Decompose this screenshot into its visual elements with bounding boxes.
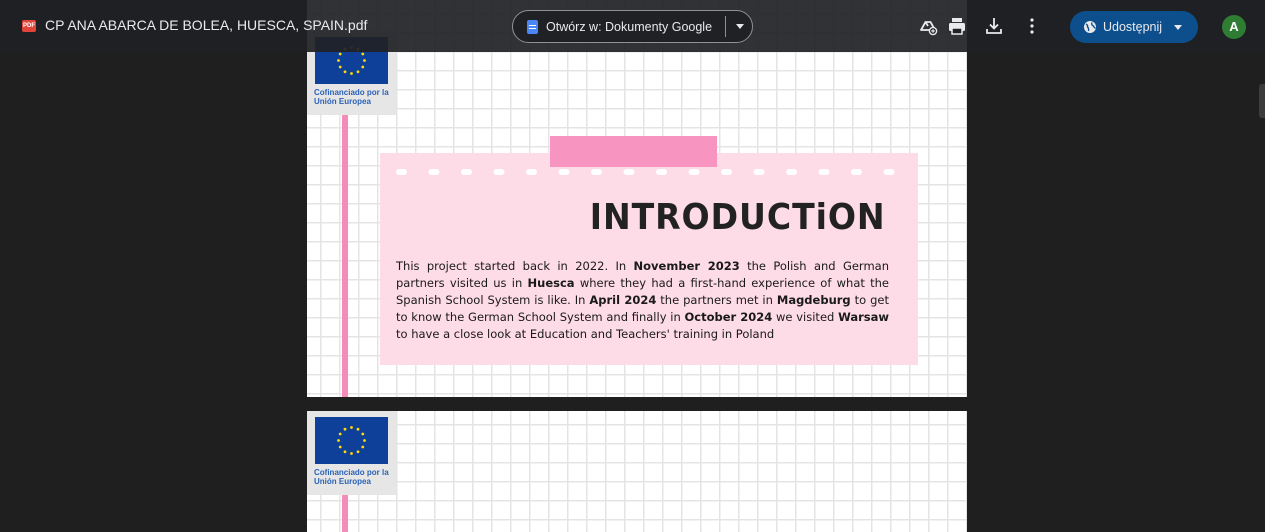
pink-vertical-line (342, 115, 348, 397)
introduction-highlight: November 2023 (633, 259, 740, 273)
introduction-text-run: we visited (772, 310, 839, 324)
pink-tape-decoration (550, 136, 717, 167)
avatar[interactable]: A (1222, 15, 1246, 39)
open-with-group: Otwórz w: Dokumenty Google (512, 10, 753, 43)
eu-cofinancing-text: Cofinanciado por la Unión Europea (314, 468, 389, 486)
docs-icon (527, 19, 538, 34)
chevron-down-icon[interactable] (1174, 25, 1182, 30)
introduction-highlight: October 2024 (684, 310, 773, 324)
print-icon[interactable] (946, 15, 968, 37)
share-button[interactable]: Udostępnij (1070, 11, 1198, 43)
introduction-highlight: April 2024 (589, 293, 657, 307)
more-icon[interactable] (1021, 15, 1043, 37)
eu-flag-icon (315, 417, 388, 464)
pdf-page-1: Cofinanciado por la Unión Europea INTROD… (307, 0, 967, 397)
pdf-icon: PDF (22, 20, 36, 32)
eu-cofinancing-text: Cofinanciado por la Unión Europea (314, 88, 389, 106)
eu-cofinancing-logo: Cofinanciado por la Unión Europea (307, 411, 396, 495)
introduction-highlight: Huesca (527, 276, 575, 290)
pink-vertical-line (342, 495, 348, 532)
introduction-text-run: This project started back in 2022. In (396, 259, 634, 273)
dotted-decoration (396, 169, 895, 175)
divider (725, 16, 726, 37)
introduction-card: INTRODUCTiON This project started back i… (380, 153, 918, 365)
introduction-text-run: to have a close look at Education and Te… (396, 327, 775, 341)
introduction-text-run: the partners met in (656, 293, 777, 307)
introduction-title: INTRODUCTiON (590, 197, 886, 238)
open-with-label: Otwórz w: Dokumenty Google (546, 19, 713, 34)
introduction-highlight: Magdeburg (776, 293, 851, 307)
scrollbar-thumb[interactable] (1259, 84, 1265, 118)
introduction-text: This project started back in 2022. In No… (396, 258, 889, 343)
pdf-viewer-toolbar: PDF CP ANA ABARCA DE BOLEA, HUESCA, SPAI… (0, 0, 1265, 52)
globe-icon (1084, 21, 1096, 33)
open-with-dropdown-button[interactable] (727, 11, 752, 42)
introduction-highlight: Warsaw (838, 310, 889, 324)
add-to-drive-icon[interactable] (917, 15, 939, 37)
open-with-docs-button[interactable]: Otwórz w: Dokumenty Google (513, 11, 723, 42)
pdf-page-2: Cofinanciado por la Unión Europea (307, 411, 967, 532)
share-label: Udostępnij (1103, 20, 1163, 34)
file-title: CP ANA ABARCA DE BOLEA, HUESCA, SPAIN.pd… (45, 17, 368, 33)
download-icon[interactable] (983, 15, 1005, 37)
chevron-down-icon (735, 24, 744, 29)
